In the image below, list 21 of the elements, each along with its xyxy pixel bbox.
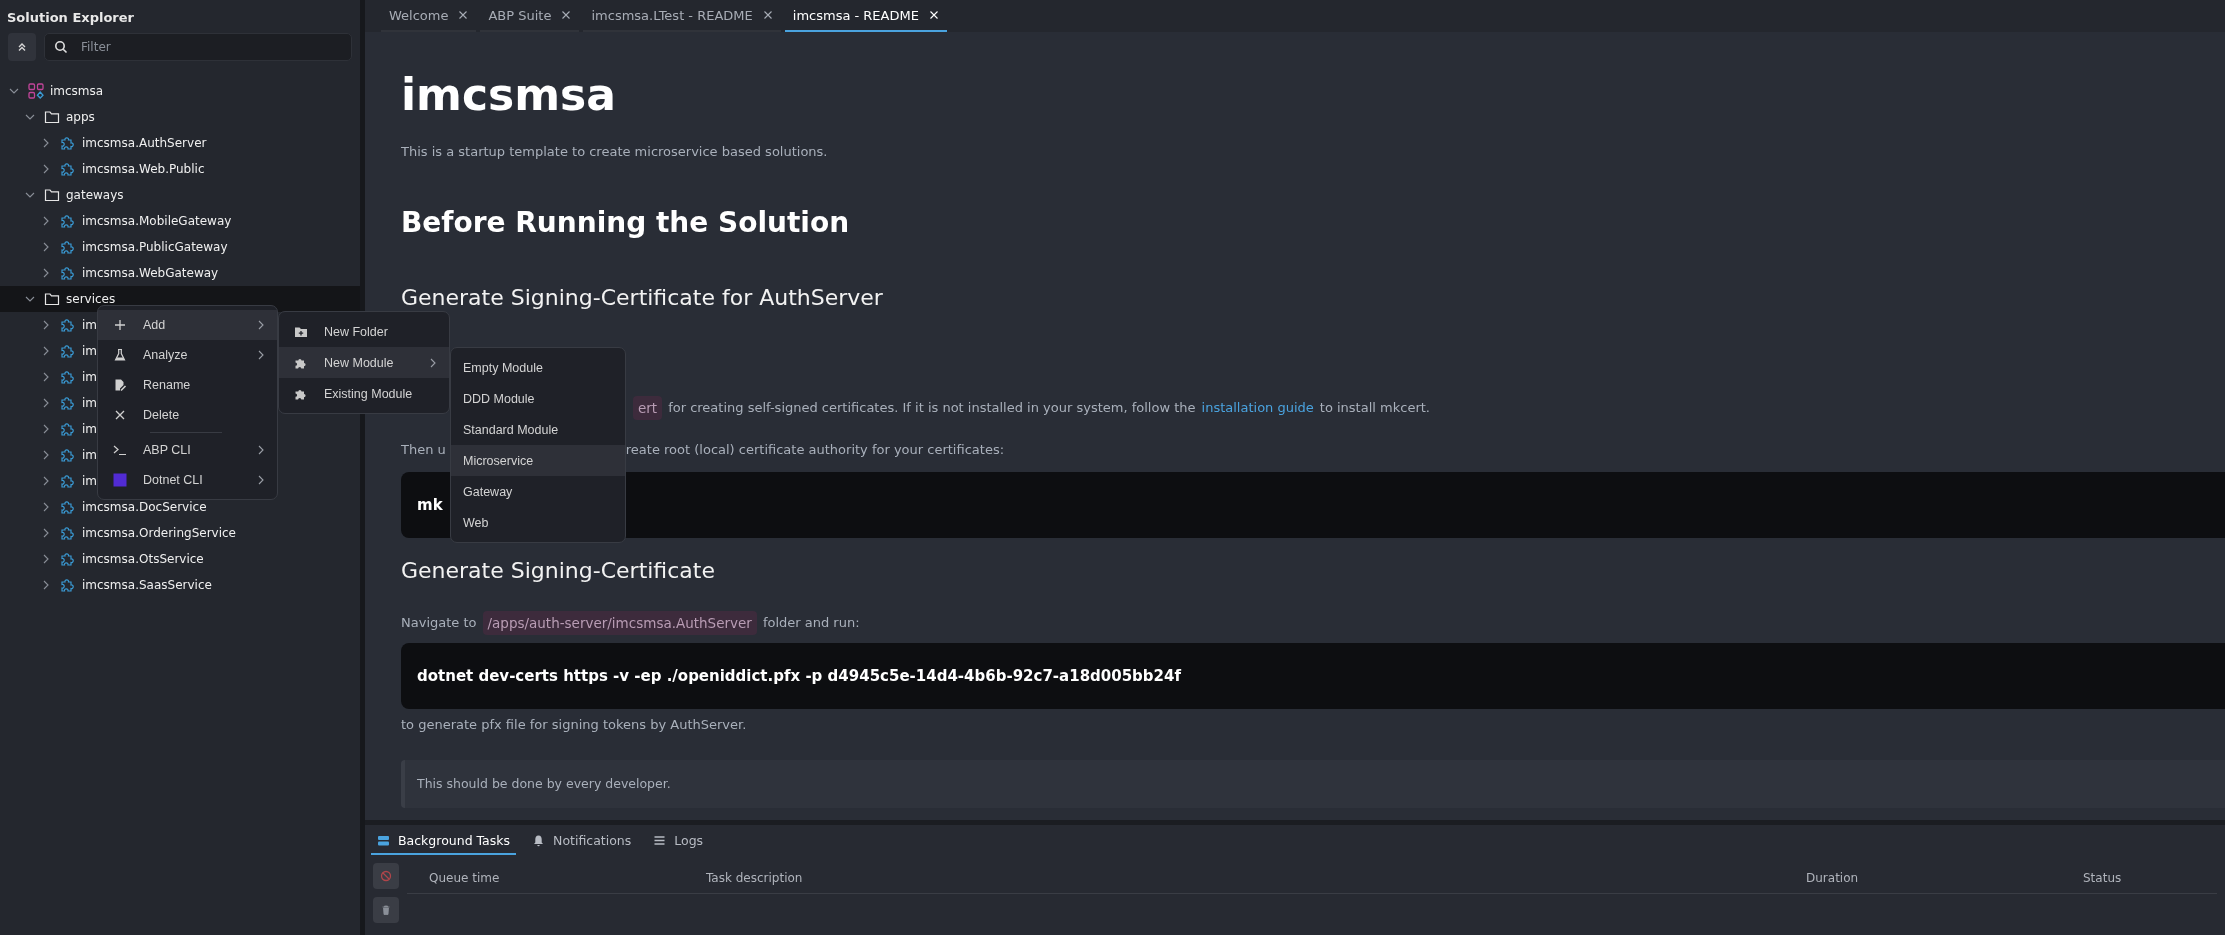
- inline-code: /apps/auth-server/imcsmsa.AuthServer: [482, 611, 757, 635]
- subsection-heading: Generate Signing-Certificate: [401, 557, 716, 585]
- blockquote: This should be done by every developer.: [401, 760, 2225, 808]
- column-header: Status: [2083, 871, 2123, 885]
- paragraph: to generate pfx file for signing tokens by AuthServer.: [401, 716, 748, 734]
- paragraph-text: Then u: [401, 441, 446, 459]
- subsection-heading: Generate Signing-Certificate for AuthServer: [401, 284, 884, 312]
- paragraph: This is a startup template to create microservice based solutions.: [401, 143, 829, 161]
- code-block: dotnet dev-certs https -v -ep ./openiddict.pfx -p d4945c5e-14d4-4b6b-92c7-a18d005bb24f: [401, 643, 2225, 709]
- section-heading: Before Running the Solution: [401, 205, 851, 241]
- panel-title: Solution Explorer: [6, 9, 135, 27]
- paragraph-text: Navigate to: [401, 614, 477, 632]
- inline-code: ert: [633, 396, 663, 420]
- paragraph-text: for creating self-signed certificates. If it is not installed in your system, follow the: [668, 399, 1196, 417]
- paragraph-text: folder and run:: [762, 614, 860, 632]
- column-header: Task description: [706, 871, 804, 885]
- document-title: imcsmsa: [401, 69, 617, 121]
- paragraph-text: to install mkcert.: [1319, 399, 1430, 417]
- paragraph-text: reate root (local) certificate authority for your certificates:: [625, 441, 1005, 459]
- column-header: Queue time: [429, 871, 501, 885]
- column-header: Duration: [1806, 871, 1860, 885]
